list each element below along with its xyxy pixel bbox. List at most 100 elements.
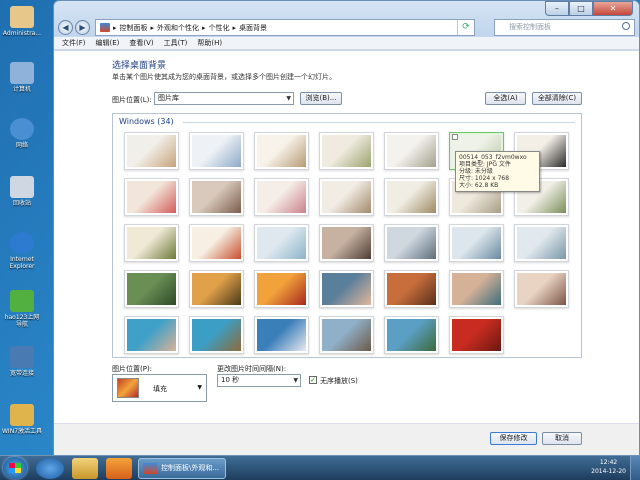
taskbar-media-player-icon[interactable] bbox=[106, 458, 132, 479]
show-desktop-button[interactable] bbox=[630, 456, 640, 480]
interval-select[interactable]: 10 秒 ▼ bbox=[217, 374, 301, 387]
breadcrumb-item[interactable]: 个性化 bbox=[209, 23, 230, 33]
menu-view[interactable]: 查看(V) bbox=[129, 37, 153, 49]
back-button[interactable]: ◀ bbox=[58, 20, 73, 35]
menu-file[interactable]: 文件(F) bbox=[62, 37, 86, 49]
thumbnail-image bbox=[192, 181, 241, 213]
wallpaper-thumbnail[interactable] bbox=[184, 128, 249, 174]
cancel-button[interactable]: 取消 bbox=[542, 432, 582, 445]
thumbnail-image bbox=[192, 135, 241, 167]
taskbar-explorer-icon[interactable] bbox=[72, 458, 98, 479]
thumbnail-frame bbox=[124, 270, 179, 308]
thumbnail-frame bbox=[384, 132, 439, 170]
wallpaper-thumbnail[interactable] bbox=[379, 220, 444, 266]
thumbnail-image bbox=[127, 273, 176, 305]
interval-label: 更改图片时间间隔(N): bbox=[217, 365, 287, 373]
breadcrumb-item[interactable]: 桌面背景 bbox=[239, 23, 267, 33]
desktop-icon-label: 计算机 bbox=[12, 86, 31, 93]
maximize-button[interactable]: □ bbox=[569, 1, 593, 16]
search-icon[interactable] bbox=[622, 22, 630, 30]
wallpaper-thumbnail[interactable] bbox=[184, 312, 249, 358]
thumbnail-frame bbox=[319, 270, 374, 308]
wallpaper-thumbnail[interactable] bbox=[249, 312, 314, 358]
menu-tools[interactable]: 工具(T) bbox=[164, 37, 188, 49]
minimize-button[interactable]: – bbox=[545, 1, 569, 16]
wallpaper-thumbnail[interactable] bbox=[509, 220, 574, 266]
select-all-button[interactable]: 全选(A) bbox=[485, 92, 526, 105]
menu-edit[interactable]: 编辑(E) bbox=[96, 37, 120, 49]
wallpaper-thumbnail[interactable] bbox=[379, 312, 444, 358]
browse-button[interactable]: 浏览(B)... bbox=[300, 92, 342, 105]
wallpaper-thumbnail[interactable] bbox=[314, 312, 379, 358]
thumbnail-frame bbox=[319, 132, 374, 170]
thumbnail-frame bbox=[189, 316, 244, 354]
desktop-icon-computer[interactable]: 计算机 bbox=[2, 62, 42, 93]
picture-position-value: 填充 bbox=[153, 385, 167, 393]
shuffle-checkbox[interactable]: ✓ bbox=[309, 376, 317, 384]
forward-button[interactable]: ▶ bbox=[75, 20, 90, 35]
wallpaper-thumbnail[interactable] bbox=[379, 174, 444, 220]
wallpaper-thumbnail[interactable] bbox=[444, 220, 509, 266]
picture-location-label: 图片位置(L): bbox=[112, 96, 152, 104]
picture-location-select[interactable]: 图片库 ▼ bbox=[154, 92, 294, 105]
wallpaper-thumbnail[interactable] bbox=[119, 312, 184, 358]
breadcrumb-item[interactable]: 控制面板 bbox=[120, 23, 148, 33]
taskbar-control-panel-window[interactable]: 控制面板\外观和... bbox=[138, 458, 226, 479]
wallpaper-thumbnail[interactable] bbox=[249, 128, 314, 174]
wallpaper-thumbnail[interactable] bbox=[314, 128, 379, 174]
menu-help[interactable]: 帮助(H) bbox=[197, 37, 222, 49]
wallpaper-thumbnail[interactable] bbox=[444, 266, 509, 312]
taskbar-window-title: 控制面板\外观和... bbox=[161, 464, 220, 472]
interval-value: 10 秒 bbox=[221, 376, 240, 384]
desktop-icon-network[interactable]: 网络 bbox=[2, 118, 42, 149]
refresh-icon[interactable]: ⟳ bbox=[457, 20, 474, 35]
thumbnail-frame bbox=[124, 224, 179, 262]
control-panel-icon bbox=[100, 23, 110, 32]
clear-all-button[interactable]: 全部清除(C) bbox=[532, 92, 582, 105]
wallpaper-thumbnail[interactable] bbox=[184, 220, 249, 266]
wallpaper-thumbnail[interactable] bbox=[119, 220, 184, 266]
wallpaper-thumbnail[interactable] bbox=[119, 128, 184, 174]
thumbnail-frame bbox=[384, 178, 439, 216]
close-button[interactable]: ✕ bbox=[593, 1, 633, 16]
wallpaper-thumbnail[interactable] bbox=[379, 266, 444, 312]
wallpaper-thumbnail[interactable] bbox=[249, 220, 314, 266]
address-bar[interactable]: ▸ 控制面板 ▸ 外观和个性化 ▸ 个性化 ▸ 桌面背景 ⟳ bbox=[95, 19, 475, 36]
group-header[interactable]: Windows (34) bbox=[119, 117, 174, 126]
taskbar: 控制面板\外观和... 12:42 2014-12-20 bbox=[0, 455, 640, 480]
tooltip-filesize: 大小: 62.8 KB bbox=[459, 182, 499, 189]
thumbnail-image bbox=[127, 135, 176, 167]
thumbnail-checkbox[interactable] bbox=[452, 134, 458, 140]
wallpaper-thumbnail[interactable] bbox=[509, 266, 574, 312]
desktop-icon-hao123[interactable]: hao123上网导航 bbox=[2, 290, 42, 328]
breadcrumb-item[interactable]: 外观和个性化 bbox=[157, 23, 199, 33]
wallpaper-thumbnail[interactable] bbox=[184, 174, 249, 220]
wallpaper-thumbnail[interactable] bbox=[444, 312, 509, 358]
wallpaper-thumbnail[interactable] bbox=[184, 266, 249, 312]
thumbnail-image bbox=[387, 227, 436, 259]
search-input[interactable]: 搜索控制面板 bbox=[494, 19, 635, 36]
desktop-icon-recycle-bin[interactable]: 回收站 bbox=[2, 176, 42, 207]
desktop-icons: Administra... 计算机 网络 回收站 Internet Explor… bbox=[0, 0, 50, 455]
thumbnail-frame bbox=[124, 316, 179, 354]
picture-position-select[interactable]: 填充 ▼ bbox=[112, 374, 207, 402]
save-button[interactable]: 保存修改 bbox=[490, 432, 537, 445]
wallpaper-thumbnail[interactable] bbox=[249, 266, 314, 312]
wallpaper-thumbnail[interactable] bbox=[249, 174, 314, 220]
desktop-icon-ie[interactable]: Internet Explorer bbox=[2, 232, 42, 270]
wallpaper-thumbnail[interactable] bbox=[119, 174, 184, 220]
wallpaper-thumbnail[interactable] bbox=[314, 174, 379, 220]
desktop-icon-user-folder[interactable]: Administra... bbox=[2, 6, 42, 37]
wallpaper-thumbnail[interactable] bbox=[119, 266, 184, 312]
start-button[interactable] bbox=[3, 457, 27, 479]
thumbnail-image bbox=[257, 319, 306, 351]
desktop-icon-broadband[interactable]: 宽带连接 bbox=[2, 346, 42, 377]
taskbar-ie-icon[interactable] bbox=[36, 458, 64, 479]
wallpaper-thumbnail[interactable] bbox=[379, 128, 444, 174]
wallpaper-thumbnail[interactable] bbox=[314, 266, 379, 312]
page-title: 选择桌面背景 bbox=[112, 61, 167, 71]
wallpaper-thumbnail[interactable] bbox=[314, 220, 379, 266]
desktop-icon-win7-activator[interactable]: WIN7激活工具 bbox=[2, 404, 42, 435]
system-clock[interactable]: 12:42 2014-12-20 bbox=[591, 458, 626, 476]
thumbnail-image bbox=[257, 181, 306, 213]
